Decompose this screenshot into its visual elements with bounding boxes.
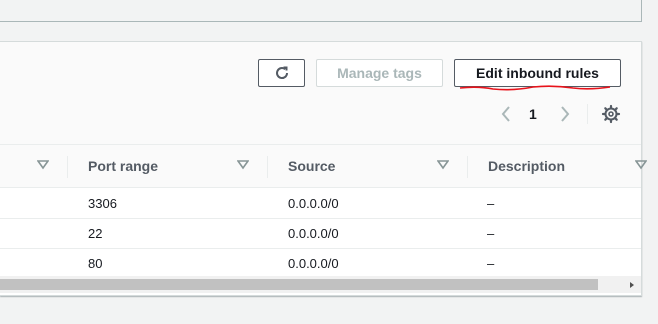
refresh-icon [275, 66, 288, 79]
panel-header: Manage tags Edit inbound rules 1 [0, 42, 641, 145]
table-row[interactable]: 80 0.0.0.0/0 – [0, 248, 641, 278]
page-number[interactable]: 1 [529, 106, 537, 122]
table-header: Port range Source Description [0, 145, 647, 188]
sort-caret-icon[interactable] [237, 160, 249, 170]
sort-caret-icon[interactable] [37, 160, 49, 170]
chevron-left-icon[interactable] [497, 104, 515, 124]
scroll-right-arrow-icon[interactable] [627, 280, 637, 290]
chevron-right-icon[interactable] [556, 104, 574, 124]
column-header-description[interactable]: Description [488, 158, 565, 174]
column-divider[interactable] [267, 156, 268, 178]
inbound-rules-panel: Manage tags Edit inbound rules 1 Port ra… [0, 41, 647, 296]
column-divider[interactable] [67, 156, 68, 178]
edit-inbound-rules-button[interactable]: Edit inbound rules [454, 59, 621, 87]
cell-port-range: 3306 [88, 196, 117, 211]
sort-caret-icon[interactable] [635, 160, 647, 170]
refresh-button[interactable] [258, 59, 305, 87]
cell-description: – [487, 196, 495, 211]
column-header-port-range[interactable]: Port range [88, 158, 158, 174]
cell-source: 0.0.0.0/0 [288, 226, 339, 241]
red-underline-annotation [459, 85, 611, 91]
manage-tags-button[interactable]: Manage tags [316, 59, 443, 87]
column-header-source[interactable]: Source [288, 158, 335, 174]
table-row[interactable]: 3306 0.0.0.0/0 – [0, 188, 641, 219]
gear-icon[interactable] [601, 104, 621, 124]
top-panel [0, 0, 642, 22]
cell-source: 0.0.0.0/0 [288, 256, 339, 271]
pagination-divider [587, 104, 588, 124]
sort-caret-icon[interactable] [437, 160, 449, 170]
cell-description: – [487, 226, 495, 241]
column-divider[interactable] [467, 156, 468, 178]
scrollbar-thumb[interactable] [0, 279, 598, 290]
cell-port-range: 22 [88, 226, 103, 241]
horizontal-scrollbar[interactable] [0, 276, 641, 293]
cell-port-range: 80 [88, 256, 103, 271]
table-row[interactable]: 22 0.0.0.0/0 – [0, 218, 641, 249]
cell-description: – [487, 256, 495, 271]
cell-source: 0.0.0.0/0 [288, 196, 339, 211]
